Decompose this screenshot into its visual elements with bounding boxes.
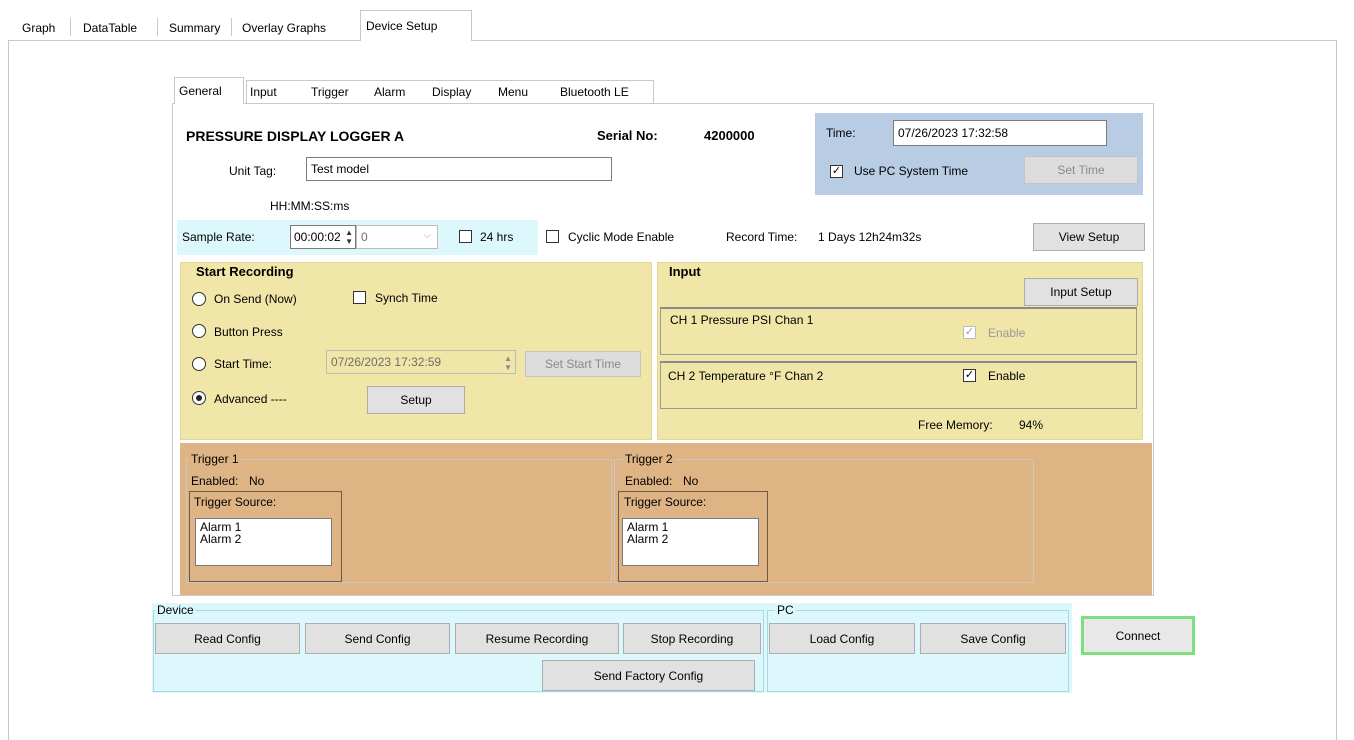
- spinner-icon[interactable]: ▲ ▼: [345, 228, 353, 246]
- advanced-radio[interactable]: [192, 391, 206, 405]
- free-memory-label: Free Memory:: [918, 418, 993, 432]
- unit-tag-input[interactable]: Test model: [306, 157, 612, 181]
- ch1-enable-label: Enable: [988, 326, 1026, 340]
- trigger-1-enabled-value: No: [249, 474, 265, 488]
- 24hrs-checkbox[interactable]: [459, 230, 472, 243]
- ms-value: 0: [361, 230, 368, 244]
- use-pc-time-checkbox[interactable]: ✓: [830, 165, 843, 178]
- 24hrs-label: 24 hrs: [480, 230, 514, 244]
- connect-button[interactable]: Connect: [1081, 616, 1195, 655]
- record-time-value: 1 Days 12h24m32s: [818, 230, 922, 244]
- start-time-value: 07/26/2023 17:32:59: [331, 355, 442, 369]
- send-factory-config-button[interactable]: Send Factory Config: [542, 660, 755, 691]
- sample-rate-input[interactable]: 00:00:02 ▲ ▼: [290, 225, 356, 249]
- device-name: PRESSURE DISPLAY LOGGER A: [186, 128, 405, 144]
- trigger-2-enabled-label: Enabled:: [625, 474, 673, 488]
- tab-separator: [157, 18, 158, 36]
- ms-select[interactable]: 0 ⌵: [356, 225, 438, 249]
- button-press-label: Button Press: [214, 325, 283, 339]
- cyclic-mode-label: Cyclic Mode Enable: [568, 230, 675, 244]
- advanced-label: Advanced ----: [214, 392, 287, 406]
- unit-tag-label: Unit Tag:: [229, 164, 277, 178]
- free-memory-value: 94%: [1019, 418, 1044, 432]
- pc-group-title: PC: [775, 603, 796, 617]
- trigger-2-title: Trigger 2: [623, 452, 675, 466]
- ch2-label: CH 2 Temperature °F Chan 2: [668, 369, 824, 383]
- start-time-input[interactable]: 07/26/2023 17:32:59 ▲ ▼: [326, 350, 516, 374]
- start-time-label: Start Time:: [214, 357, 273, 371]
- synch-time-label: Synch Time: [375, 291, 438, 305]
- read-config-button[interactable]: Read Config: [155, 623, 300, 654]
- trigger-2-enabled-value: No: [683, 474, 699, 488]
- ch2-enable-checkbox[interactable]: ✓: [963, 369, 976, 382]
- set-time-button[interactable]: Set Time: [1024, 156, 1138, 184]
- device-group-title: Device: [155, 603, 196, 617]
- use-pc-time-label: Use PC System Time: [854, 164, 969, 178]
- list-item[interactable]: Alarm 2: [200, 533, 327, 545]
- input-title: Input: [669, 264, 701, 279]
- input-setup-button[interactable]: Input Setup: [1024, 278, 1138, 306]
- resume-recording-button[interactable]: Resume Recording: [455, 623, 619, 654]
- time-input[interactable]: 07/26/2023 17:32:58: [893, 120, 1107, 146]
- tab-overlay-graphs[interactable]: Overlay Graphs: [236, 14, 332, 40]
- record-time-label: Record Time:: [726, 230, 798, 244]
- tab-device-setup[interactable]: Device Setup: [360, 10, 472, 41]
- save-config-button[interactable]: Save Config: [920, 623, 1066, 654]
- list-item[interactable]: Alarm 2: [627, 533, 754, 545]
- on-send-label: On Send (Now): [214, 292, 297, 306]
- tab-separator: [70, 18, 71, 36]
- start-time-radio[interactable]: [192, 357, 206, 371]
- tab-general[interactable]: General: [174, 77, 244, 104]
- ch1-label: CH 1 Pressure PSI Chan 1: [670, 313, 814, 327]
- ch1-enable-checkbox[interactable]: ✓: [963, 326, 976, 339]
- view-setup-button[interactable]: View Setup: [1033, 223, 1145, 251]
- sample-rate-value: 00:00:02: [294, 230, 341, 244]
- tab-separator: [231, 18, 232, 36]
- button-press-radio[interactable]: [192, 324, 206, 338]
- trigger-1-source-list[interactable]: Alarm 1 Alarm 2: [195, 518, 332, 566]
- time-label: Time:: [826, 126, 856, 140]
- trigger-2-source-list[interactable]: Alarm 1 Alarm 2: [622, 518, 759, 566]
- serial-label: Serial No:: [597, 128, 658, 143]
- load-config-button[interactable]: Load Config: [769, 623, 915, 654]
- format-hint: HH:MM:SS:ms: [270, 199, 350, 213]
- setup-button[interactable]: Setup: [367, 386, 465, 414]
- start-recording-title: Start Recording: [196, 264, 294, 279]
- set-start-time-button[interactable]: Set Start Time: [525, 351, 641, 377]
- trigger-2-source-title: Trigger Source:: [624, 495, 707, 509]
- tab-datatable[interactable]: DataTable: [77, 14, 143, 40]
- serial-value: 4200000: [704, 128, 755, 143]
- sample-rate-label: Sample Rate:: [182, 230, 255, 244]
- tab-summary[interactable]: Summary: [163, 14, 226, 40]
- send-config-button[interactable]: Send Config: [305, 623, 450, 654]
- stop-recording-button[interactable]: Stop Recording: [623, 623, 761, 654]
- trigger-1-title: Trigger 1: [189, 452, 241, 466]
- chevron-down-icon: ⌵: [423, 230, 431, 241]
- synch-time-checkbox[interactable]: [353, 291, 366, 304]
- tab-graph[interactable]: Graph: [16, 14, 61, 40]
- cyclic-mode-checkbox[interactable]: [546, 230, 559, 243]
- ch2-enable-label: Enable: [988, 369, 1026, 383]
- inner-tabstrip: [246, 80, 654, 103]
- trigger-1-source-title: Trigger Source:: [194, 495, 277, 509]
- spinner-icon[interactable]: ▲ ▼: [504, 354, 512, 372]
- trigger-1-enabled-label: Enabled:: [191, 474, 239, 488]
- on-send-radio[interactable]: [192, 292, 206, 306]
